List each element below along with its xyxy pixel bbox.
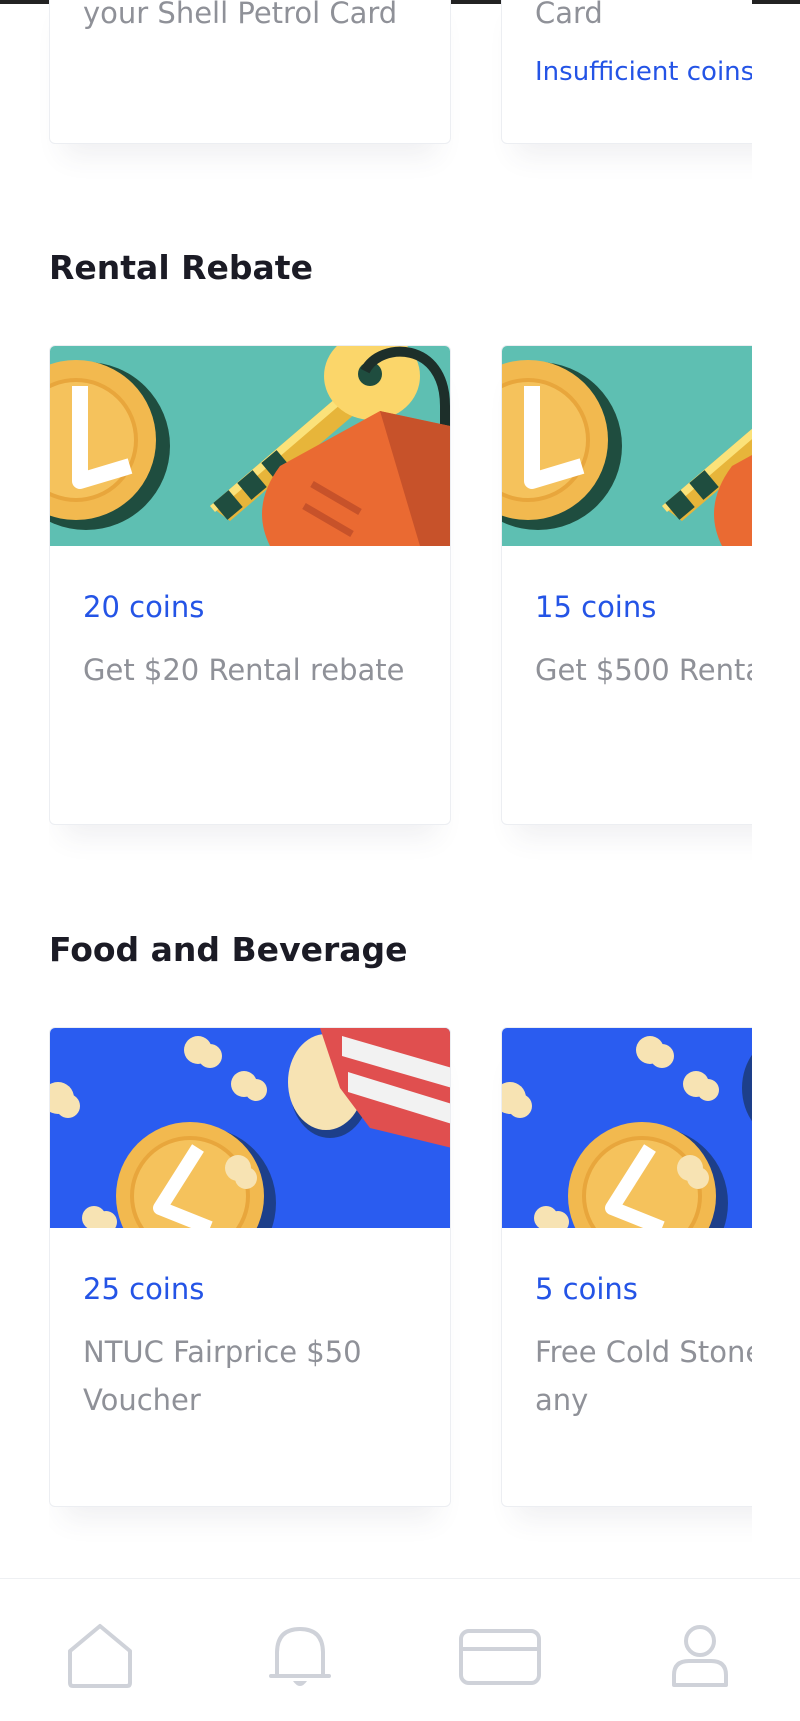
reward-description: your Shell Petrol Card [83, 0, 398, 30]
petrol-card-reward-2[interactable]: Card Insufficient coins [501, 0, 752, 144]
rewards-scroll-area[interactable]: your Shell Petrol Card Card Insufficient… [0, 0, 800, 1578]
card-icon [459, 1629, 541, 1685]
reward-description: Free Cold Stone Sundae at any [535, 1335, 752, 1417]
section-title-food-and-beverage: Food and Beverage [49, 930, 408, 969]
reward-card[interactable]: 20 coins Get $20 Rental rebate [49, 345, 451, 825]
rental-rebate-image [502, 346, 752, 546]
coin-popcorn-illustration [50, 1028, 450, 1228]
reward-description: Get $500 Rental rebate [535, 653, 752, 687]
coin-popcorn-illustration [502, 1028, 752, 1228]
reward-card[interactable]: 5 coins Free Cold Stone Sundae at any [501, 1027, 752, 1507]
coin-key-illustration [50, 346, 450, 546]
nav-home[interactable] [45, 1601, 155, 1711]
nav-cards[interactable] [445, 1601, 555, 1711]
rental-rebate-image [50, 346, 450, 546]
coin-cost: 15 coins [535, 590, 657, 624]
coin-key-illustration [502, 346, 752, 546]
coin-cost: 25 coins [83, 1272, 205, 1306]
reward-card[interactable]: 15 coins Get $500 Rental rebate [501, 345, 752, 825]
home-icon [68, 1624, 132, 1688]
food-beverage-carousel[interactable]: 25 coins NTUC Fairprice $50 Voucher 5 co… [49, 1027, 752, 1567]
coin-cost: 20 coins [83, 590, 205, 624]
nav-profile[interactable] [645, 1601, 755, 1711]
food-beverage-image [502, 1028, 752, 1228]
reward-description: Card [535, 0, 603, 30]
reward-description: Get $20 Rental rebate [83, 653, 405, 687]
bell-icon [269, 1627, 331, 1686]
content-clip: your Shell Petrol Card Card Insufficient… [0, 0, 752, 1578]
bottom-navigation-bar [0, 1578, 800, 1721]
food-beverage-image [50, 1028, 450, 1228]
rental-rebate-carousel[interactable]: 20 coins Get $20 Rental rebate 15 coins … [49, 345, 752, 885]
nav-notifications[interactable] [245, 1601, 355, 1711]
section-title-rental-rebate: Rental Rebate [49, 248, 313, 287]
reward-description: NTUC Fairprice $50 Voucher [83, 1335, 362, 1417]
coin-cost: 5 coins [535, 1272, 638, 1306]
profile-icon [672, 1625, 728, 1687]
petrol-card-reward[interactable]: your Shell Petrol Card [49, 0, 451, 144]
reward-card[interactable]: 25 coins NTUC Fairprice $50 Voucher [49, 1027, 451, 1507]
insufficient-coins-status: Insufficient coins [535, 57, 752, 87]
